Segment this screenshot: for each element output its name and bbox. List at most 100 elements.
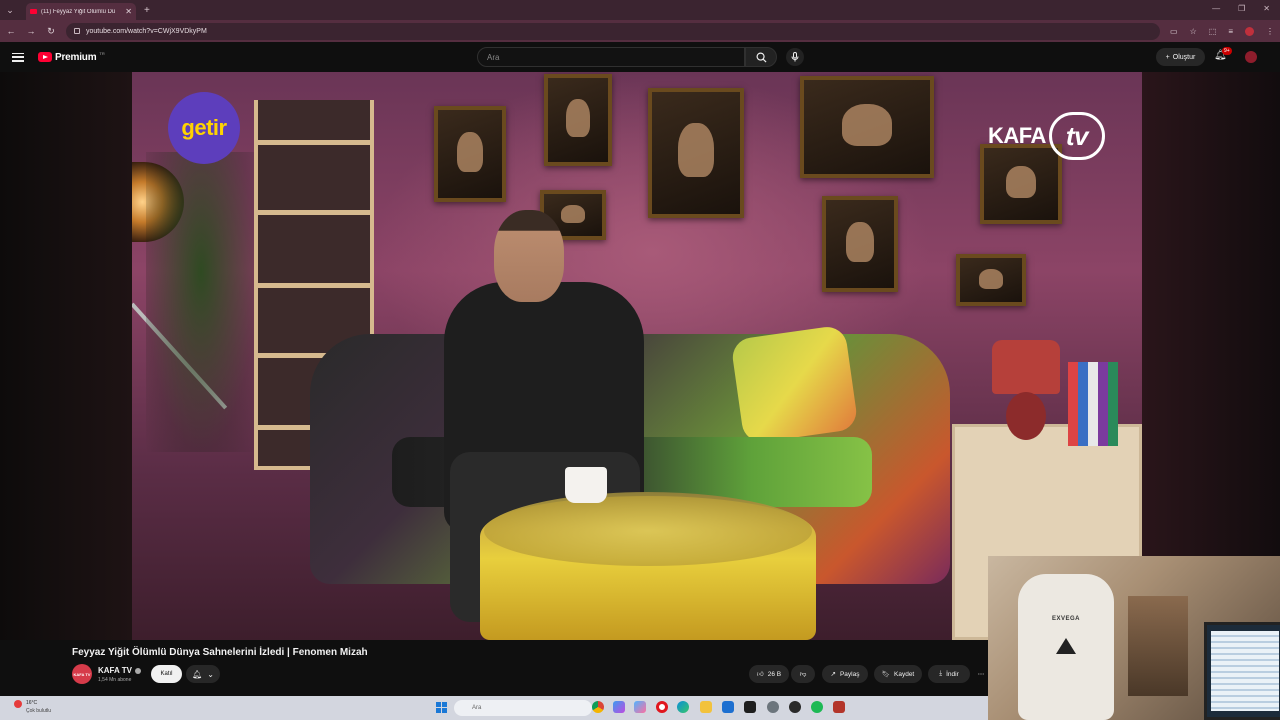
chair-brand-text: EXVEGA — [1051, 616, 1080, 622]
address-bar[interactable]: youtube.com/watch?v=CWjX9VDkyPM — [66, 22, 1161, 40]
new-tab-button[interactable]: + — [144, 5, 150, 16]
person-head — [494, 210, 564, 302]
search-input[interactable]: Ara — [477, 47, 745, 67]
player-letterbox-left — [0, 72, 132, 640]
weather-desc: Çok bulutlu — [26, 708, 52, 714]
download-icon: ⤓ — [939, 670, 943, 677]
like-button[interactable]: 👍︎ 26 B — [749, 665, 789, 683]
browser-tab-bar: ⌄ (11) Feyyaz Yiğit Ölümlü Dü ✕ + — [0, 0, 1280, 20]
join-button[interactable]: Katıl — [151, 665, 182, 683]
back-arrow-icon[interactable]: ← — [6, 26, 16, 36]
painting-frame — [822, 196, 898, 292]
save-button[interactable]: 🔖︎ Kaydet — [874, 665, 922, 683]
maximize-icon[interactable]: ❐ — [1238, 4, 1245, 13]
photos-icon[interactable] — [634, 701, 646, 713]
opera-icon[interactable] — [656, 701, 668, 713]
channel-avatar[interactable]: KAFA TV — [72, 664, 92, 684]
create-label: Oluştur — [1172, 53, 1196, 61]
outlook-icon[interactable] — [722, 701, 734, 713]
microphone-icon — [791, 52, 799, 62]
table-lamp-shade — [992, 340, 1060, 394]
window-close-icon[interactable]: ✕ — [1263, 4, 1270, 13]
window-controls: — ❐ ✕ — [1212, 4, 1270, 13]
menu-hamburger-icon[interactable] — [12, 52, 24, 62]
subscription-bell-button[interactable]: 🔔︎ ⌄ — [186, 665, 220, 683]
painting-frame — [800, 76, 934, 178]
file-explorer-icon[interactable] — [700, 701, 712, 713]
bookmark-star-icon[interactable]: ☆ — [1190, 27, 1197, 36]
gaming-chair: EXVEGA — [1018, 574, 1114, 720]
share-arrow-icon: ↗ — [830, 671, 836, 678]
thumbs-down-icon: 👎︎ — [799, 671, 807, 678]
painting-frame — [956, 254, 1026, 306]
video-frame: getir KAFA tv — [132, 72, 1142, 640]
windows-start-icon[interactable] — [436, 702, 447, 713]
url-text: youtube.com/watch?v=CWjX9VDkyPM — [86, 27, 207, 35]
obs-icon[interactable] — [789, 701, 801, 713]
youtube-premium-label: Premium — [55, 51, 97, 63]
painting-frame — [434, 106, 506, 202]
tab-title: (11) Feyyaz Yiğit Ölümlü Dü — [41, 8, 116, 15]
channel-name[interactable]: KAFA TV — [98, 666, 141, 675]
thumbs-up-icon: 👍︎ — [756, 671, 764, 678]
video-title: Feyyaz Yiğit Ölümlü Dünya Sahnelerini İz… — [72, 647, 368, 658]
reload-icon[interactable]: ↻ — [46, 26, 56, 37]
table-lamp-base — [1006, 392, 1046, 440]
tab-close-icon[interactable]: ✕ — [125, 7, 132, 16]
video-player[interactable]: getir KAFA tv — [0, 72, 1280, 640]
site-info-icon[interactable] — [74, 28, 80, 34]
kafa-tv-logo: KAFA tv — [988, 112, 1105, 160]
taskbar-search[interactable]: Ara — [454, 700, 592, 716]
extensions-icon[interactable]: ⬚ — [1209, 27, 1217, 36]
plus-icon: + — [1165, 53, 1170, 61]
player-letterbox-right — [1140, 72, 1280, 640]
browser-toolbar-right: ▭ ☆ ⬚ ≡ ⋮ — [1170, 26, 1274, 36]
spotify-icon[interactable] — [811, 701, 823, 713]
bookmark-icon: 🔖︎ — [881, 671, 890, 678]
browser-menu-icon[interactable]: ⋮ — [1266, 27, 1274, 36]
download-button[interactable]: ⤓ İndir — [928, 665, 970, 683]
save-label: Kaydet — [894, 670, 915, 678]
edge-icon[interactable] — [677, 701, 689, 713]
studio-plant — [146, 152, 256, 452]
weather-temp: 16°C — [26, 700, 38, 706]
browser-toolbar: ← → ↻ youtube.com/watch?v=CWjX9VDkyPM ▭ … — [0, 20, 1280, 42]
chrome-icon[interactable] — [592, 701, 604, 713]
cast-icon[interactable]: ▭ — [1170, 27, 1178, 36]
voice-search-button[interactable] — [786, 48, 804, 66]
subscriber-count: 1,54 Mn abone — [98, 677, 132, 683]
chair-logo-icon — [1056, 638, 1076, 654]
webcam-shelf — [1128, 596, 1188, 696]
coffee-mug — [565, 467, 607, 503]
terminal-icon[interactable] — [744, 701, 756, 713]
coffee-table-top — [484, 496, 812, 566]
notification-badge: 9+ — [1222, 47, 1232, 55]
youtube-logo[interactable]: Premium TR — [38, 50, 105, 63]
webcam-monitor — [1204, 622, 1280, 720]
account-avatar[interactable] — [1245, 51, 1257, 63]
settings-gear-icon[interactable] — [767, 701, 779, 713]
tab-search-chevron-icon[interactable]: ⌄ — [0, 0, 20, 20]
search-button[interactable] — [745, 47, 777, 67]
browser-profile-avatar[interactable] — [1245, 26, 1254, 36]
weather-widget[interactable]: 16°C Çok bulutlu — [14, 697, 74, 719]
kafa-tv-logo-badge: tv — [1048, 112, 1105, 160]
minimize-icon[interactable]: — — [1212, 4, 1220, 13]
copilot-icon[interactable] — [613, 701, 625, 713]
forward-arrow-icon[interactable]: → — [26, 26, 36, 36]
like-count: 26 B — [767, 670, 782, 678]
dislike-button[interactable]: 👎︎ — [791, 665, 815, 683]
region-code: TR — [99, 50, 105, 56]
create-button[interactable]: + Oluştur — [1156, 48, 1205, 66]
getir-sponsor-logo: getir — [168, 92, 240, 164]
browser-tab-active[interactable]: (11) Feyyaz Yiğit Ölümlü Dü ✕ — [26, 3, 136, 20]
webcam-overlay: EXVEGA — [988, 556, 1280, 720]
media-controls-icon[interactable]: ≡ — [1228, 27, 1233, 36]
youtube-play-icon — [38, 52, 52, 62]
monitor-screen — [1211, 631, 1279, 711]
weather-alert-icon — [14, 700, 22, 708]
more-actions-button[interactable]: ⋯ — [974, 665, 988, 683]
app-icon[interactable] — [833, 701, 845, 713]
share-button[interactable]: ↗ Paylaş — [822, 665, 868, 683]
share-label: Paylaş — [839, 670, 860, 678]
